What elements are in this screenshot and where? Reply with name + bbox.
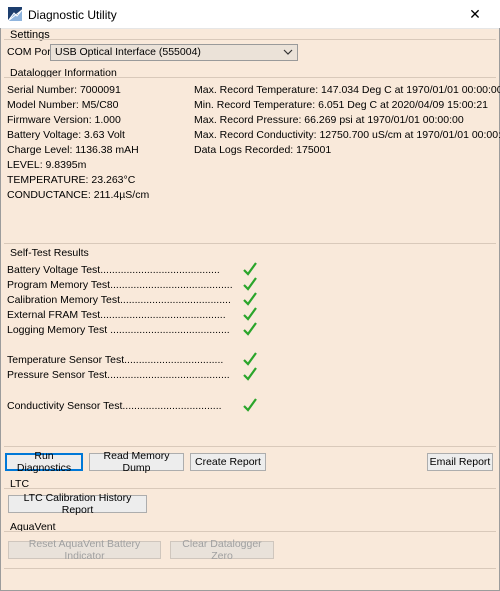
battery-voltage: Battery Voltage: 3.63 Volt [7, 129, 125, 141]
check-icon [243, 292, 257, 306]
test-battery-voltage: Battery Voltage Test....................… [7, 264, 220, 276]
read-memory-dump-button[interactable]: Read Memory Dump [89, 450, 184, 474]
clear-datalogger-zero-button[interactable]: Clear Datalogger Zero [170, 538, 274, 562]
chevron-down-icon [283, 49, 293, 55]
check-icon [243, 322, 257, 336]
check-icon [243, 262, 257, 276]
run-diagnostics-button[interactable]: Run Diagnostics [5, 450, 83, 474]
window-title: Diagnostic Utility [28, 8, 117, 22]
divider [4, 77, 496, 78]
min-record-temperature: Min. Record Temperature: 6.051 Deg C at … [194, 99, 488, 111]
model-number: Model Number: M5/C80 [7, 99, 119, 111]
max-record-pressure: Max. Record Pressure: 66.269 psi at 1970… [194, 114, 464, 126]
divider [4, 39, 496, 40]
conductance-reading: CONDUCTANCE: 211.4µS/cm [7, 189, 150, 201]
create-report-button[interactable]: Create Report [190, 453, 266, 471]
data-logs-recorded: Data Logs Recorded: 175001 [194, 144, 332, 156]
test-conductivity-sensor: Conductivity Sensor Test................… [7, 400, 222, 412]
divider [4, 243, 496, 244]
divider [4, 488, 496, 489]
test-external-fram: External FRAM Test......................… [7, 309, 226, 321]
ltc-calibration-history-button[interactable]: LTC Calibration History Report [8, 492, 147, 516]
email-report-button[interactable]: Email Report [427, 453, 493, 471]
serial-number: Serial Number: 7000091 [7, 84, 121, 96]
check-icon [243, 307, 257, 321]
reset-aquavent-battery-button[interactable]: Reset AquaVent Battery Indicator [8, 538, 161, 562]
temperature-reading: TEMPERATURE: 23.263°C [7, 174, 136, 186]
level-reading: LEVEL: 9.8395m [7, 159, 87, 171]
divider [4, 568, 496, 569]
close-icon[interactable]: ✕ [455, 3, 495, 25]
test-program-memory: Program Memory Test.....................… [7, 279, 233, 291]
firmware-version: Firmware Version: 1.000 [7, 114, 121, 126]
check-icon [243, 398, 257, 412]
test-logging-memory: Logging Memory Test ....................… [7, 324, 230, 336]
app-icon [8, 7, 22, 21]
title-bar: Diagnostic Utility ✕ [0, 0, 500, 29]
com-port-value: USB Optical Interface (555004) [55, 46, 201, 58]
check-icon [243, 367, 257, 381]
test-calibration-memory: Calibration Memory Test.................… [7, 294, 231, 306]
test-pressure-sensor: Pressure Sensor Test....................… [7, 369, 230, 381]
max-record-conductivity: Max. Record Conductivity: 12750.700 uS/c… [194, 129, 500, 141]
com-port-select[interactable]: USB Optical Interface (555004) [50, 44, 298, 61]
divider [4, 446, 496, 447]
max-record-temperature: Max. Record Temperature: 147.034 Deg C a… [194, 84, 500, 96]
check-icon [243, 277, 257, 291]
test-temperature-sensor: Temperature Sensor Test.................… [7, 354, 224, 366]
check-icon [243, 352, 257, 366]
selftest-heading: Self-Test Results [10, 247, 89, 259]
divider [4, 531, 496, 532]
charge-level: Charge Level: 1136.38 mAH [7, 144, 139, 156]
